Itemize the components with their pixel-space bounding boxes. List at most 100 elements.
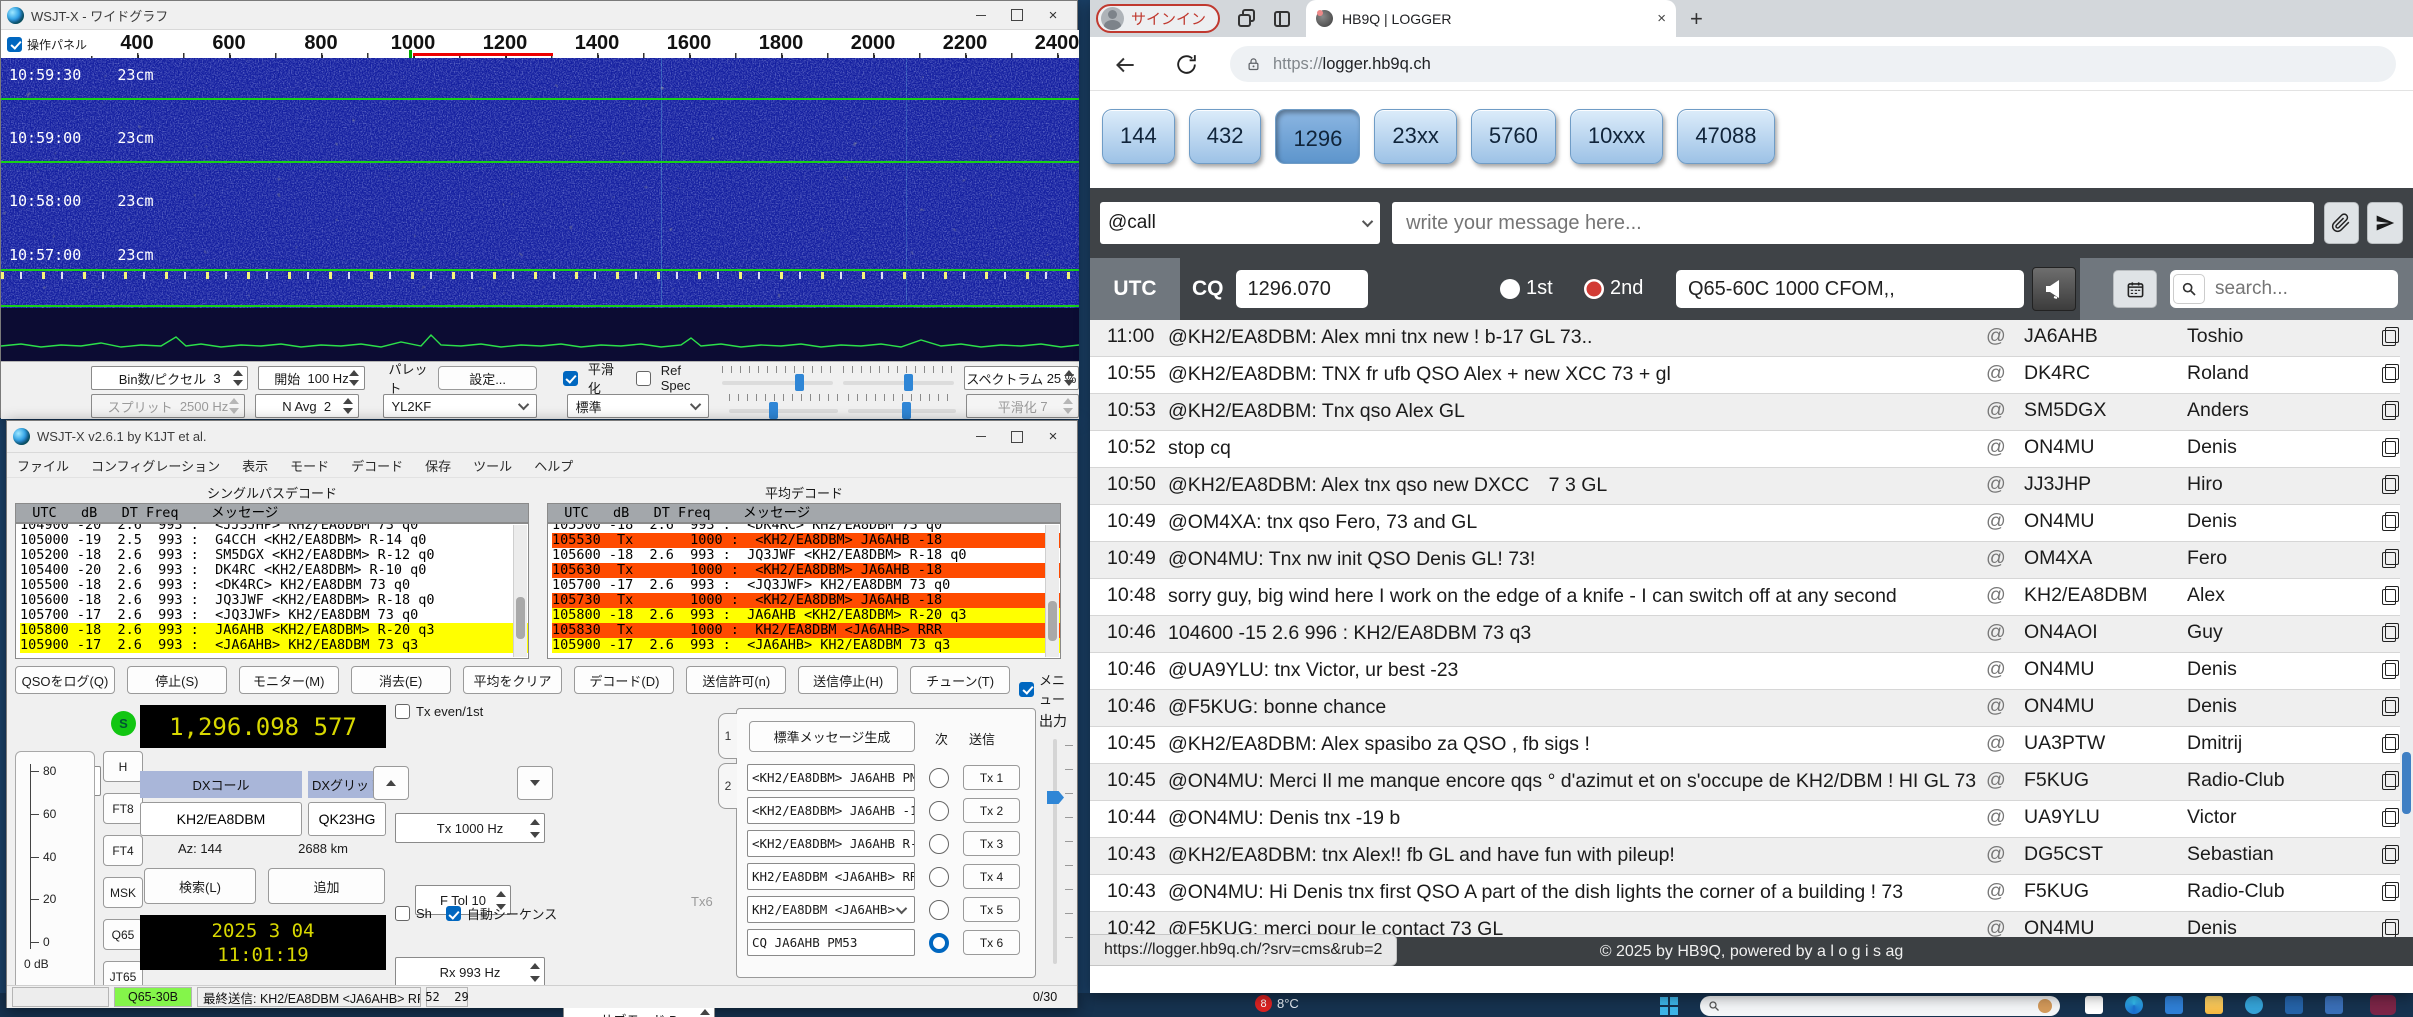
start-freq-spinner[interactable]: 開始 100 Hz [258,366,364,390]
frequency-scale[interactable]: 400 600 800 1000 1200 1400 1600 1800 200… [1,30,1079,58]
close-button[interactable]: × [1035,425,1071,449]
profile-button[interactable]: サインイン [1096,4,1220,33]
stacked-tabs-icon[interactable] [1238,9,1258,29]
wsjtx-titlebar[interactable]: WSJT-X v2.6.1 by K1JT et al. × [7,421,1077,453]
copy-icon[interactable] [2382,586,2399,605]
menu-item[interactable]: ツール [473,456,512,475]
action-button[interactable]: 送信停止(H) [798,666,898,694]
tx-next-radio[interactable] [929,801,949,821]
decode-row[interactable]: 105000 -19 2.5 993 : G4CCH <KH2/EA8DBM> … [20,533,528,548]
decode-row[interactable]: 105500 -18 2.6 993 : <DK4RC> KH2/EA8DBM … [20,578,528,593]
copy-icon[interactable] [2382,475,2399,494]
decode-row[interactable]: 105630 Tx 1000 : <KH2/EA8DBM> JA6AHB -18 [552,563,1060,578]
copy-icon[interactable] [2382,364,2399,383]
taskbar-icon-store[interactable] [2165,996,2183,1014]
decode-row[interactable]: 105900 -17 2.6 993 : <JA6AHB> KH2/EA8DBM… [552,638,1060,653]
band-button[interactable]: 1296 [1275,109,1360,164]
widegraph-titlebar[interactable]: WSJT-X - ワイドグラフ × [1,1,1077,30]
vertical-tabs-icon[interactable] [1274,11,1290,27]
menu-item[interactable]: ヘルプ [534,456,573,475]
address-bar[interactable]: https://logger.hb9q.ch [1230,46,2396,82]
chat-callsign[interactable]: KH2/EA8DBM [2024,584,2187,607]
band-button[interactable]: 432 [1189,109,1262,164]
chat-row[interactable]: 10:55 @KH2/EA8DBM: TNX fr ufb QSO Alex +… [1090,357,2413,394]
second-radio[interactable] [1584,279,1604,299]
taskbar-weather[interactable]: 8 8°C [1255,995,1299,1012]
decode-row[interactable]: 105730 Tx 1000 : <KH2/EA8DBM> JA6AHB -18 [552,593,1060,608]
page-scrollbar[interactable] [2400,320,2413,937]
dx-call-field[interactable]: KH2/EA8DBM [140,802,302,836]
chat-row[interactable]: 10:43 @ON4MU: Hi Denis tnx first QSO A p… [1090,875,2413,912]
mode-button[interactable]: MSK [103,877,143,908]
calendar-button[interactable] [2113,270,2157,308]
tx-down-button[interactable] [517,766,553,800]
taskbar-icon-teams[interactable] [2245,996,2263,1014]
taskbar-search-box[interactable] [1700,996,2060,1016]
chat-callsign[interactable]: SM5DGX [2024,399,2187,422]
chat-callsign[interactable]: ON4MU [2024,658,2187,681]
flatten-select[interactable]: 標準 [567,394,710,418]
taskbar-start-button[interactable] [1660,997,1678,1015]
mode-button[interactable]: FT4 [103,835,143,866]
copy-icon[interactable] [2382,882,2399,901]
chat-row[interactable]: 10:43 @KH2/EA8DBM: tnx Alex!! fb GL and … [1090,838,2413,875]
tx-send-button[interactable]: Tx 6 [963,930,1020,955]
chat-callsign[interactable]: ON4MU [2024,510,2187,533]
chat-callsign[interactable]: ON4AOI [2024,621,2187,644]
chat-row[interactable]: 10:46 @F5KUG: bonne chance @ ON4MU Denis [1090,690,2413,727]
output-slider-handle[interactable] [1047,791,1064,804]
chat-callsign[interactable]: ON4MU [2024,917,2187,938]
menu-toggle[interactable]: メニュー [1019,670,1077,708]
message-tab[interactable]: 2 [718,763,737,809]
tx-message-field[interactable]: CQ JA6AHB PM53 [747,929,915,956]
chat-row[interactable]: 11:00 @KH2/EA8DBM: Alex mni tnx new ! b-… [1090,320,2413,357]
taskbar-icon-edge[interactable] [2125,996,2143,1014]
chat-row[interactable]: 10:45 @KH2/EA8DBM: Alex spasibo za QSO ,… [1090,727,2413,764]
chat-callsign[interactable]: F5KUG [2024,769,2187,792]
first-radio[interactable] [1500,279,1520,299]
mode-button[interactable]: Q65 [103,919,143,950]
tab-close-icon[interactable]: × [1657,10,1666,27]
decode-row[interactable]: 105530 Tx 1000 : <KH2/EA8DBM> JA6AHB -18 [552,533,1060,548]
chat-row[interactable]: 10:50 @KH2/EA8DBM: Alex tnx qso new DXCC… [1090,468,2413,505]
cq-message-input[interactable] [1676,270,2024,308]
chat-callsign[interactable]: ON4MU [2024,436,2187,459]
action-button[interactable]: 送信許可(n) [686,666,786,694]
tx-message-field[interactable]: <KH2/EA8DBM> JA6AHB -17 [747,797,915,824]
copy-icon[interactable] [2382,438,2399,457]
copy-icon[interactable] [2382,919,2399,938]
smoothing-checkbox[interactable] [563,371,578,386]
band-button[interactable]: 5760 [1471,109,1556,164]
lookup-button[interactable]: 検索(L) [144,868,256,904]
copy-icon[interactable] [2382,549,2399,568]
maximize-button[interactable] [999,425,1035,449]
chat-row[interactable]: 10:46 104600 -15 2.6 996 : KH2/EA8DBM 73… [1090,616,2413,653]
copy-icon[interactable] [2382,512,2399,531]
lock-icon[interactable] [1246,56,1261,73]
chat-callsign[interactable]: JJ3JHP [2024,473,2187,496]
generate-std-messages-button[interactable]: 標準メッセージ生成 [749,721,915,752]
autoseq-checkbox[interactable] [446,906,461,921]
copy-icon[interactable] [2382,660,2399,679]
action-button[interactable]: QSOをログ(Q) [15,666,115,694]
chat-callsign[interactable]: F5KUG [2024,880,2187,903]
palette-select[interactable]: YL2KF [383,394,537,418]
chat-row[interactable]: 10:45 @ON4MU: Merci Il me manque encore … [1090,764,2413,801]
taskbar-icon-photos[interactable] [2325,996,2343,1014]
dx-grid-field[interactable]: QK23HG [308,802,386,836]
menu-item[interactable]: コンフィグレーション [91,456,220,475]
action-button[interactable]: 停止(S) [127,666,227,694]
output-slider[interactable] [1053,739,1057,964]
tx-next-radio[interactable] [929,933,949,953]
rig-status-indicator[interactable]: S [111,711,136,736]
reload-icon[interactable] [1174,52,1199,77]
ref-spec-checkbox[interactable] [636,371,651,386]
tx-next-radio[interactable] [929,834,949,854]
palette-settings-button[interactable]: 設定... [438,366,536,390]
tx-next-radio[interactable] [929,900,949,920]
tx-message-field[interactable]: KH2/EA8DBM <JA6AHB> [747,896,915,923]
rx-freq-spinner[interactable]: Rx 993 Hz [395,957,545,987]
send-button[interactable] [2367,202,2403,244]
single-decode-panel[interactable]: 104900 -20 2.6 993 : <JJ3JHP> KH2/EA8DBM… [15,523,529,659]
tx-message-field[interactable]: KH2/EA8DBM <JA6AHB> RRR [747,863,915,890]
